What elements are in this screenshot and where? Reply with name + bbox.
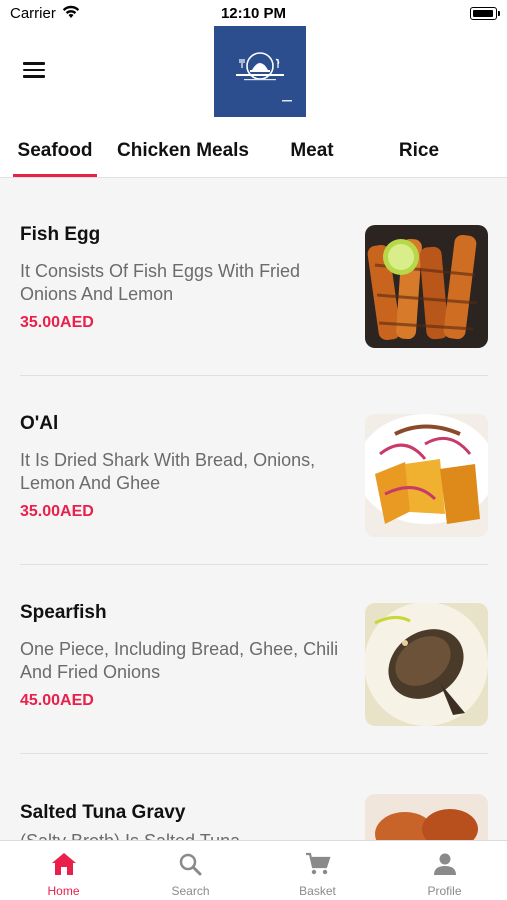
item-description: One Piece, Including Bread, Ghee, Chili …	[20, 639, 339, 682]
tab-chicken-meals[interactable]: Chicken Meals	[110, 120, 256, 178]
nav-basket[interactable]: Basket	[254, 841, 381, 900]
nav-label: Search	[171, 884, 210, 898]
status-bar: Carrier 12:10 PM	[0, 0, 507, 28]
list-item[interactable]: Spearfish One Piece, Including Bread, Gh…	[20, 565, 488, 754]
tab-meat[interactable]: Meat	[276, 120, 348, 178]
bottom-navigation: Home Search Basket Profile	[0, 840, 507, 900]
item-description: It Consists Of Fish Eggs With Fried Onio…	[20, 261, 301, 304]
profile-icon	[434, 853, 456, 875]
item-name: Salted Tuna Gravy	[20, 802, 186, 823]
item-name: O'Al	[20, 413, 59, 434]
menu-item-list[interactable]: Fish Egg It Consists Of Fish Eggs With F…	[0, 178, 507, 840]
item-description: (Salty Broth) Is Salted Tuna	[20, 830, 340, 840]
home-icon	[52, 853, 76, 875]
battery-icon	[470, 7, 500, 20]
fish-egg-photo[interactable]	[365, 225, 488, 348]
list-item[interactable]: Salted Tuna Gravy (Salty Broth) Is Salte…	[20, 754, 488, 840]
app-header	[0, 26, 507, 120]
item-description: It Is Dried Shark With Bread, Onions, Le…	[20, 450, 316, 493]
tab-seafood[interactable]: Seafood	[13, 120, 97, 178]
tab-rice[interactable]: Rice	[384, 120, 454, 178]
list-item[interactable]: O'Al It Is Dried Shark With Bread, Onion…	[20, 376, 488, 565]
hamburger-menu-icon[interactable]	[20, 58, 50, 84]
nav-search[interactable]: Search	[127, 841, 254, 900]
restaurant-logo-icon	[214, 26, 306, 117]
nav-home[interactable]: Home	[0, 841, 127, 900]
nav-label: Home	[47, 884, 80, 898]
cart-icon	[306, 852, 331, 875]
item-price: 35.00AED	[20, 503, 94, 520]
item-price: 35.00AED	[20, 314, 94, 331]
item-name: Fish Egg	[20, 224, 101, 245]
spearfish-photo[interactable]	[365, 603, 488, 726]
category-tabs: Seafood Chicken Meals Meat Rice	[0, 120, 507, 178]
search-icon	[179, 853, 202, 876]
nav-label: Basket	[299, 884, 336, 898]
nav-profile[interactable]: Profile	[381, 841, 507, 900]
nav-label: Profile	[427, 884, 462, 898]
item-price: 45.00AED	[20, 692, 94, 709]
item-name: Spearfish	[20, 602, 107, 623]
list-item[interactable]: Fish Egg It Consists Of Fish Eggs With F…	[20, 187, 488, 376]
salted-tuna-photo[interactable]	[365, 794, 488, 840]
clock: 12:10 PM	[220, 5, 287, 22]
oal-photo[interactable]	[365, 414, 488, 537]
active-tab-indicator	[13, 174, 97, 177]
